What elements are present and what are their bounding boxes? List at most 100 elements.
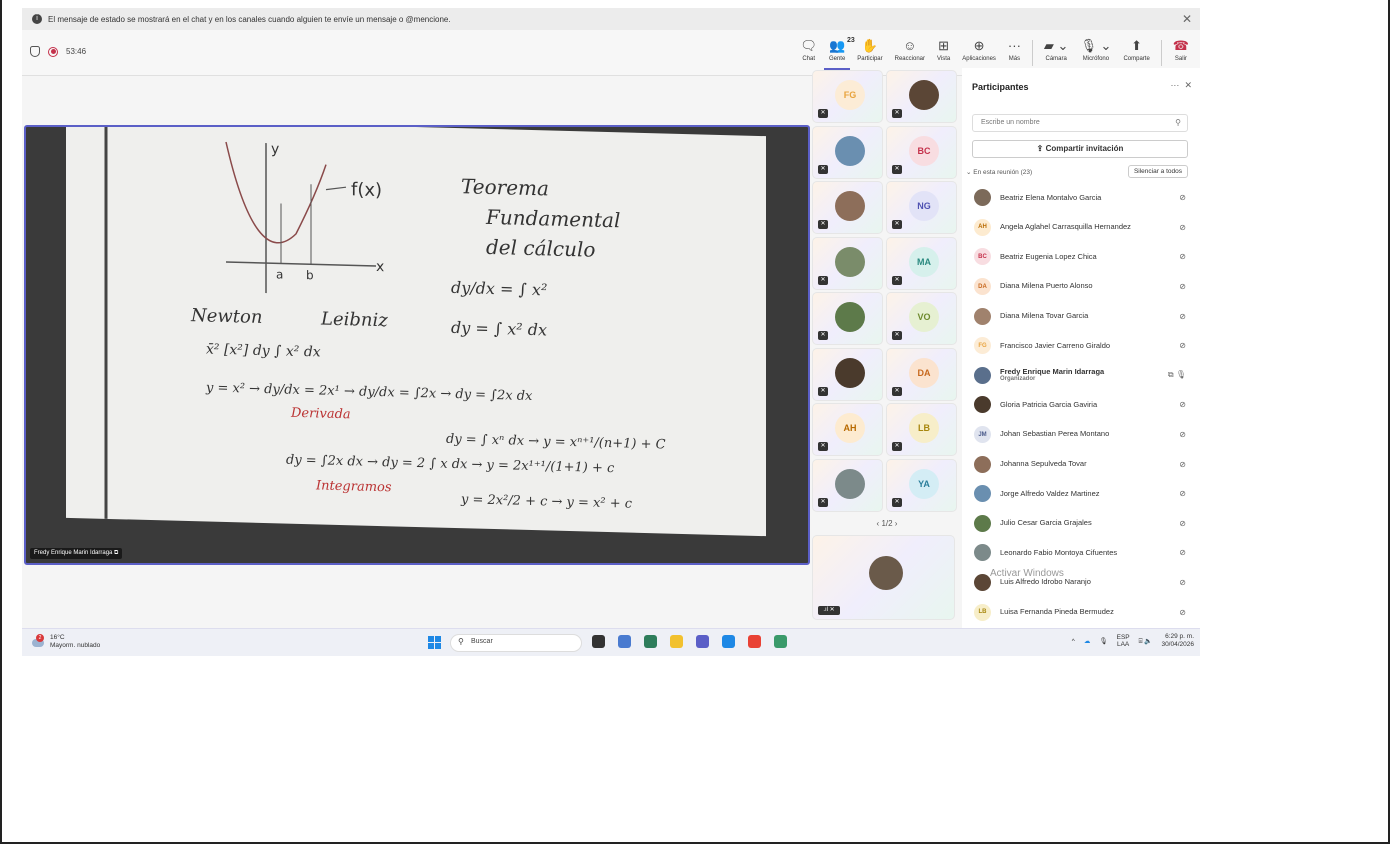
participant-tile[interactable]: MA ✕	[886, 236, 957, 290]
share-invite-button[interactable]: ⇪ Compartir invitación	[972, 140, 1188, 158]
share-button[interactable]: ⬆ Comparte	[1118, 36, 1154, 70]
participant-search-input[interactable]: Escribe un nombre ⚲	[972, 114, 1188, 132]
participant-tile[interactable]: LB ✕	[886, 403, 957, 456]
participant-row[interactable]: FG Francisco Javier Carreno Giraldo ⊘	[962, 331, 1200, 361]
participant-tile[interactable]: ✕	[812, 458, 883, 512]
info-icon: i	[32, 14, 42, 24]
more-button[interactable]: ··· Más	[1003, 36, 1026, 70]
participant-name: Beatriz Elena Montalvo Garcia	[1000, 193, 1101, 202]
avatar	[974, 307, 991, 325]
participant-list: Beatriz Elena Montalvo Garcia ⊘ AH Angela A…	[962, 183, 1200, 627]
more-icon[interactable]: ···	[1170, 80, 1179, 90]
avatar: JM	[974, 426, 991, 444]
cloud-icon: 2	[30, 633, 46, 649]
language-indicator[interactable]: ESP LAA	[1117, 634, 1130, 650]
mic-off-icon: ⊘	[1179, 193, 1186, 203]
app-icon[interactable]	[774, 635, 787, 648]
self-video-tile[interactable]: .ıl ✕	[812, 535, 955, 620]
participant-tile[interactable]: NG ✕	[886, 181, 957, 234]
participant-tile[interactable]: VO ✕	[886, 292, 957, 345]
teams-icon[interactable]	[696, 635, 709, 648]
toolbar-divider	[1160, 40, 1162, 66]
avatar: AH	[974, 218, 991, 236]
mic-off-icon: ⊘	[1179, 222, 1186, 232]
chat-icon: 🗨	[800, 38, 817, 53]
participant-name-text: Julio Cesar Garcia Grajales	[1000, 518, 1092, 528]
onedrive-icon[interactable]: ☁	[1084, 637, 1091, 645]
participant-row[interactable]: JM Johan Sebastian Perea Montano ⊘	[962, 420, 1200, 450]
edge-browser-icon[interactable]	[722, 635, 735, 648]
people-button[interactable]: 👥 23 Gente	[823, 36, 855, 70]
avatar: LB	[909, 413, 939, 443]
react-button[interactable]: ☺ Reaccionar	[890, 36, 930, 70]
shield-icon	[30, 46, 40, 57]
participant-row[interactable]: Leonardo Fabio Montoya Cifuentes ⊘	[962, 538, 1200, 568]
apps-button[interactable]: ⊕ Aplicaciones	[957, 36, 1001, 70]
participant-tile[interactable]: ✕	[812, 236, 883, 290]
participant-tile[interactable]: ✕	[886, 70, 957, 123]
participant-tile[interactable]: YA ✕	[886, 458, 957, 512]
board-title-1: Teorema	[461, 174, 549, 200]
participant-row[interactable]: Fredy Enrique Marin Idarraga Organizador ⧉…	[962, 361, 1200, 391]
participant-tile[interactable]: FG ✕	[812, 70, 883, 123]
avatar: DA	[909, 357, 939, 388]
graph-label-a: a	[276, 267, 283, 281]
mic-button[interactable]: 🎙 ⌄ Micrófono	[1075, 36, 1116, 70]
section-header[interactable]: ⌄ En esta reunión (23)	[966, 168, 1032, 176]
participant-row[interactable]: Beatriz Elena Montalvo Garcia ⊘	[962, 183, 1200, 213]
mute-all-button[interactable]: Silenciar a todos	[1127, 165, 1188, 178]
participant-tile[interactable]: ✕	[812, 292, 883, 345]
raise-hand-button[interactable]: ✋ Participar	[852, 36, 887, 70]
mic-off-icon: ✕	[818, 331, 828, 340]
mic-off-icon: ✕	[892, 275, 902, 285]
participant-name-text: Francisco Javier Carreno Giraldo	[1000, 340, 1111, 350]
tile-pager[interactable]: ‹ 1/2 ›	[812, 519, 962, 528]
participant-name-text: Beatriz Eugenia Lopez Chica	[1000, 251, 1097, 261]
search-icon: ⚲	[458, 637, 464, 646]
camera-button[interactable]: ▰ ⌄ Cámara	[1039, 36, 1074, 70]
participant-row[interactable]: Jorge Alfredo Valdez Martinez ⊘	[962, 479, 1200, 509]
participant-tile[interactable]: AH ✕	[812, 403, 883, 456]
participant-tile[interactable]: BC ✕	[886, 125, 957, 179]
chevron-up-icon[interactable]: ^	[1072, 638, 1075, 645]
leave-button[interactable]: ☎ Salir	[1168, 36, 1194, 70]
participant-row[interactable]: AH Angela Aglahel Carrasquilla Hernandez ⊘	[962, 213, 1200, 243]
chat-button[interactable]: 🗨 Chat	[795, 36, 822, 70]
close-icon[interactable]: ✕	[1184, 80, 1192, 90]
participant-row[interactable]: DA Diana Milena Puerto Alonso ⊘	[962, 272, 1200, 302]
chrome-icon[interactable]	[748, 635, 761, 648]
clock[interactable]: 6:29 p. m. 30/04/2026	[1161, 633, 1194, 650]
participant-name: Fredy Enrique Marin Idarraga Organizador	[1000, 367, 1104, 383]
avatar	[835, 357, 865, 388]
participant-name-text: Jorge Alfredo Valdez Martinez	[1000, 488, 1100, 498]
participant-row[interactable]: Gloria Patricia Garcia Gaviria ⊘	[962, 390, 1200, 420]
participant-name: Diana Milena Tovar Garcia	[1000, 311, 1088, 320]
participant-tile[interactable]: ✕	[812, 347, 883, 401]
file-explorer-icon[interactable]	[670, 635, 683, 648]
weather-widget[interactable]: 2 16°C Mayorm. nublado	[30, 633, 100, 650]
participant-tile[interactable]: ✕	[812, 125, 883, 179]
participant-tile[interactable]: DA ✕	[886, 347, 957, 401]
network-volume-icon[interactable]: ⌸ 🔈	[1139, 637, 1153, 646]
toolbar-divider	[1031, 40, 1033, 66]
mic-muted-tray-icon[interactable]: 🎙	[1099, 637, 1107, 645]
share-content-icon: ⧉	[114, 550, 119, 556]
widgets-icon[interactable]	[618, 635, 631, 648]
avatar: NG	[909, 191, 939, 221]
view-button[interactable]: ⊞ Vista	[932, 36, 955, 70]
main-video-feed[interactable]: y f(x) x a b Teorema Fundamental del cál…	[24, 125, 810, 565]
taskbar-search-input[interactable]: ⚲ Buscar	[450, 634, 582, 652]
board-eq-6: dy = ∫2x dx → dy = 2 ∫ x dx → y = 2x¹⁺¹/…	[286, 453, 615, 477]
participant-row[interactable]: Diana Milena Tovar Garcia ⊘	[962, 301, 1200, 331]
close-icon[interactable]: ✕	[1182, 12, 1192, 26]
participant-row[interactable]: Julio Cesar Garcia Grajales ⊘	[962, 509, 1200, 539]
windows-start-icon[interactable]	[428, 636, 441, 649]
edge-icon[interactable]	[644, 635, 657, 648]
participant-row[interactable]: Johanna Sepulveda Tovar ⊘	[962, 449, 1200, 479]
avatar: LB	[974, 603, 991, 621]
participant-tile[interactable]: ✕	[812, 181, 883, 234]
participant-name: Angela Aglahel Carrasquilla Hernandez	[1000, 223, 1131, 231]
participant-row[interactable]: LB Luisa Fernanda Pineda Bermudez ⊘	[962, 597, 1200, 627]
task-view-icon[interactable]	[592, 635, 605, 648]
participant-row[interactable]: BC Beatriz Eugenia Lopez Chica ⊘	[962, 242, 1200, 272]
